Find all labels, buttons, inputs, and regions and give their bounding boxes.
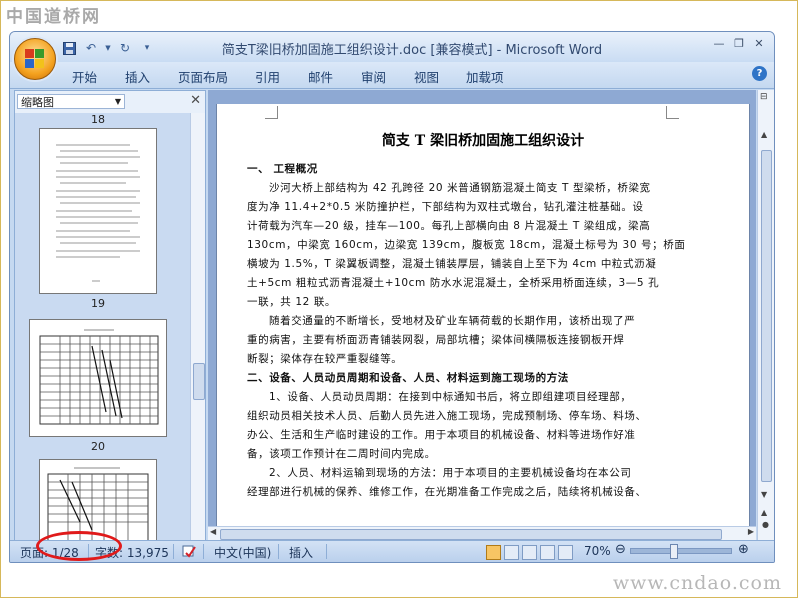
section-heading: 一、 工程概况 [247,163,318,175]
paragraph-line: 备，该项工作预计在二周时间内完成。 [247,448,436,460]
outline-view-icon[interactable] [540,545,555,560]
language-indicator[interactable]: 中文(中国) [214,544,271,561]
full-screen-reading-icon[interactable] [504,545,519,560]
tab-home[interactable]: 开始 [72,67,97,86]
status-divider [326,544,327,559]
page-thumbnail-19[interactable] [39,128,157,294]
scroll-left-icon[interactable]: ◀ [210,527,216,536]
chevron-down-icon: ▼ [114,97,121,106]
web-layout-icon[interactable] [522,545,537,560]
document-page[interactable]: 简支 T 梁旧桥加固施工组织设计 一、 工程概况 沙河大桥上部结构为 42 孔跨… [216,104,750,544]
tab-add-ins[interactable]: 加载项 [466,67,504,86]
restore-icon[interactable]: ❐ [730,36,748,52]
paragraph-line: 横坡为 1.5%，T 梁翼板调整，混凝土铺装厚层，铺装自上至下为 4cm 中粒式… [247,258,657,270]
zoom-slider[interactable] [630,548,732,554]
zoom-slider-knob[interactable] [670,544,678,559]
vertical-scroll-thumb[interactable] [761,150,772,482]
document-title: 简支 T 梁旧桥加固施工组织设计 [381,133,585,149]
paragraph-line: 度为净 11.4+2*0.5 米防撞护栏，下部结构为双柱式墩台，钻孔灌注桩基础。… [247,201,644,213]
status-divider [278,544,279,559]
status-divider [173,544,174,559]
thumbnail-list: 18 19 20 [15,113,191,541]
horizontal-scrollbar[interactable]: ◀ ▶ [208,526,756,541]
paragraph-line: 1、设备、人员动员周期：在接到中标通知书后，将立即组建项目经理部， [269,391,632,403]
browse-object-icon[interactable]: ● [762,520,769,529]
document-area: 简支 T 梁旧桥加固施工组织设计 一、 工程概况 沙河大桥上部结构为 42 孔跨… [208,90,756,544]
section-heading: 二、设备、人员动员周期和设备、人员、材料运到施工现场的方法 [247,372,569,384]
paragraph-line: 2、人员、材料运输到现场的方法：用于本项目的主要机械设备均在本公司 [269,467,632,479]
margin-corner-mark [265,106,278,119]
tab-mailings[interactable]: 邮件 [308,67,333,86]
thumbnail-page-number: 20 [91,440,105,453]
zoom-level[interactable]: 70% [584,544,611,558]
thumbnail-scrollbar[interactable] [190,113,205,541]
close-icon[interactable]: ✕ [190,93,201,108]
minimize-icon[interactable]: — [710,36,728,52]
tab-references[interactable]: 引用 [255,67,280,86]
zoom-out-icon[interactable]: ⊖ [615,542,626,557]
paragraph-line: 一联，共 12 联。 [247,296,337,308]
print-layout-icon[interactable] [486,545,501,560]
paragraph-line: 组织动员相关技术人员、后勤人员先进入施工现场，完成预制场、停车场、料场、 [247,410,647,422]
tab-view[interactable]: 视图 [414,67,439,86]
draft-view-icon[interactable] [558,545,573,560]
scroll-up-icon[interactable]: ▲ [761,130,767,139]
status-divider [203,544,204,559]
help-icon[interactable]: ? [752,66,767,81]
previous-page-icon[interactable]: ▲ [761,508,767,517]
scroll-right-icon[interactable]: ▶ [748,527,754,536]
vertical-scrollbar[interactable]: ⊟ ▲ ▼ ▲ ● [757,90,774,540]
nav-view-select-label: 缩略图 [21,96,54,109]
thumbnail-page-number: 18 [91,113,105,126]
paragraph-line: 随着交通量的不断增长，受地材及矿业车辆荷载的长期作用，该桥出现了严 [269,315,636,327]
word-window: ↶ ▼ ↻ ▾ 简支T梁旧桥加固施工组织设计.doc [兼容模式] - Micr… [9,31,775,563]
insert-mode-indicator[interactable]: 插入 [289,544,313,561]
title-bar: ↶ ▼ ↻ ▾ 简支T梁旧桥加固施工组织设计.doc [兼容模式] - Micr… [10,32,774,62]
thumbnail-pane-header: 缩略图 ▼ ✕ [15,91,205,113]
margin-corner-mark [666,106,679,119]
tab-insert[interactable]: 插入 [125,67,150,86]
thumbnail-page-number: 19 [91,297,105,310]
paragraph-line: 计荷载为汽车—20 级，挂车—100。每孔上部横向由 8 片混凝土 T 梁组成，… [247,220,651,232]
nav-view-select[interactable]: 缩略图 ▼ [17,94,125,109]
proofing-icon[interactable] [182,544,196,561]
paragraph-line: 办公、生活和生产临时建设的工作。用于本项目的机械设备、材料等进场作好准 [247,429,636,441]
window-controls: — ❐ ✕ [710,36,768,52]
horizontal-scroll-thumb[interactable] [220,529,722,540]
thumbnail-scroll-thumb[interactable] [193,363,205,400]
tab-review[interactable]: 审阅 [361,67,386,86]
scroll-down-icon[interactable]: ▼ [761,490,767,499]
paragraph-line: 经理部进行机械的保养、维修工作，在光期准备工作完成之后，陆续将机械设备、 [247,486,647,498]
annotation-circle [36,531,122,561]
tab-page-layout[interactable]: 页面布局 [178,67,228,86]
thumbnail-pane: 缩略图 ▼ ✕ 18 19 20 [14,90,206,542]
ruler-toggle-icon[interactable]: ⊟ [760,92,768,102]
paragraph-line: 130cm，中梁宽 160cm，边梁宽 139cm，腹板宽 18cm，混凝土标号… [247,239,686,251]
zoom-in-icon[interactable]: ⊕ [738,542,749,557]
office-logo-icon [25,49,45,69]
page-thumbnail-20[interactable] [29,319,167,437]
status-bar: 页面: 1/28 字数: 13,975 中文(中国) 插入 70% ⊖ ⊕ [10,540,774,562]
watermark-top: 中国道桥网 [6,7,101,27]
watermark-bottom: www.cndao.com [612,572,782,594]
paragraph-line: 土+5cm 粗粒式沥青混凝土+10cm 防水水泥混凝土，全桥采用桥面连续，3—5… [247,277,660,289]
close-icon[interactable]: ✕ [750,36,768,52]
paragraph-line: 断裂；梁体存在较严重裂缝等。 [247,353,403,365]
paragraph-line: 沙河大桥上部结构为 42 孔跨径 20 米普通钢筋混凝土简支 T 型梁桥，桥梁宽 [269,182,651,194]
page-thumbnail-21[interactable] [39,459,157,541]
ribbon-tabs: 开始 插入 页面布局 引用 邮件 审阅 视图 加载项 [10,62,774,89]
paragraph-line: 重的病害，主要有桥面沥青铺装网裂，局部坑槽；梁体间横隔板连接钢板开焊 [247,334,625,346]
view-buttons [486,545,573,560]
office-button[interactable] [14,38,56,80]
window-title: 简支T梁旧桥加固施工组织设计.doc [兼容模式] - Microsoft Wo… [221,43,603,58]
